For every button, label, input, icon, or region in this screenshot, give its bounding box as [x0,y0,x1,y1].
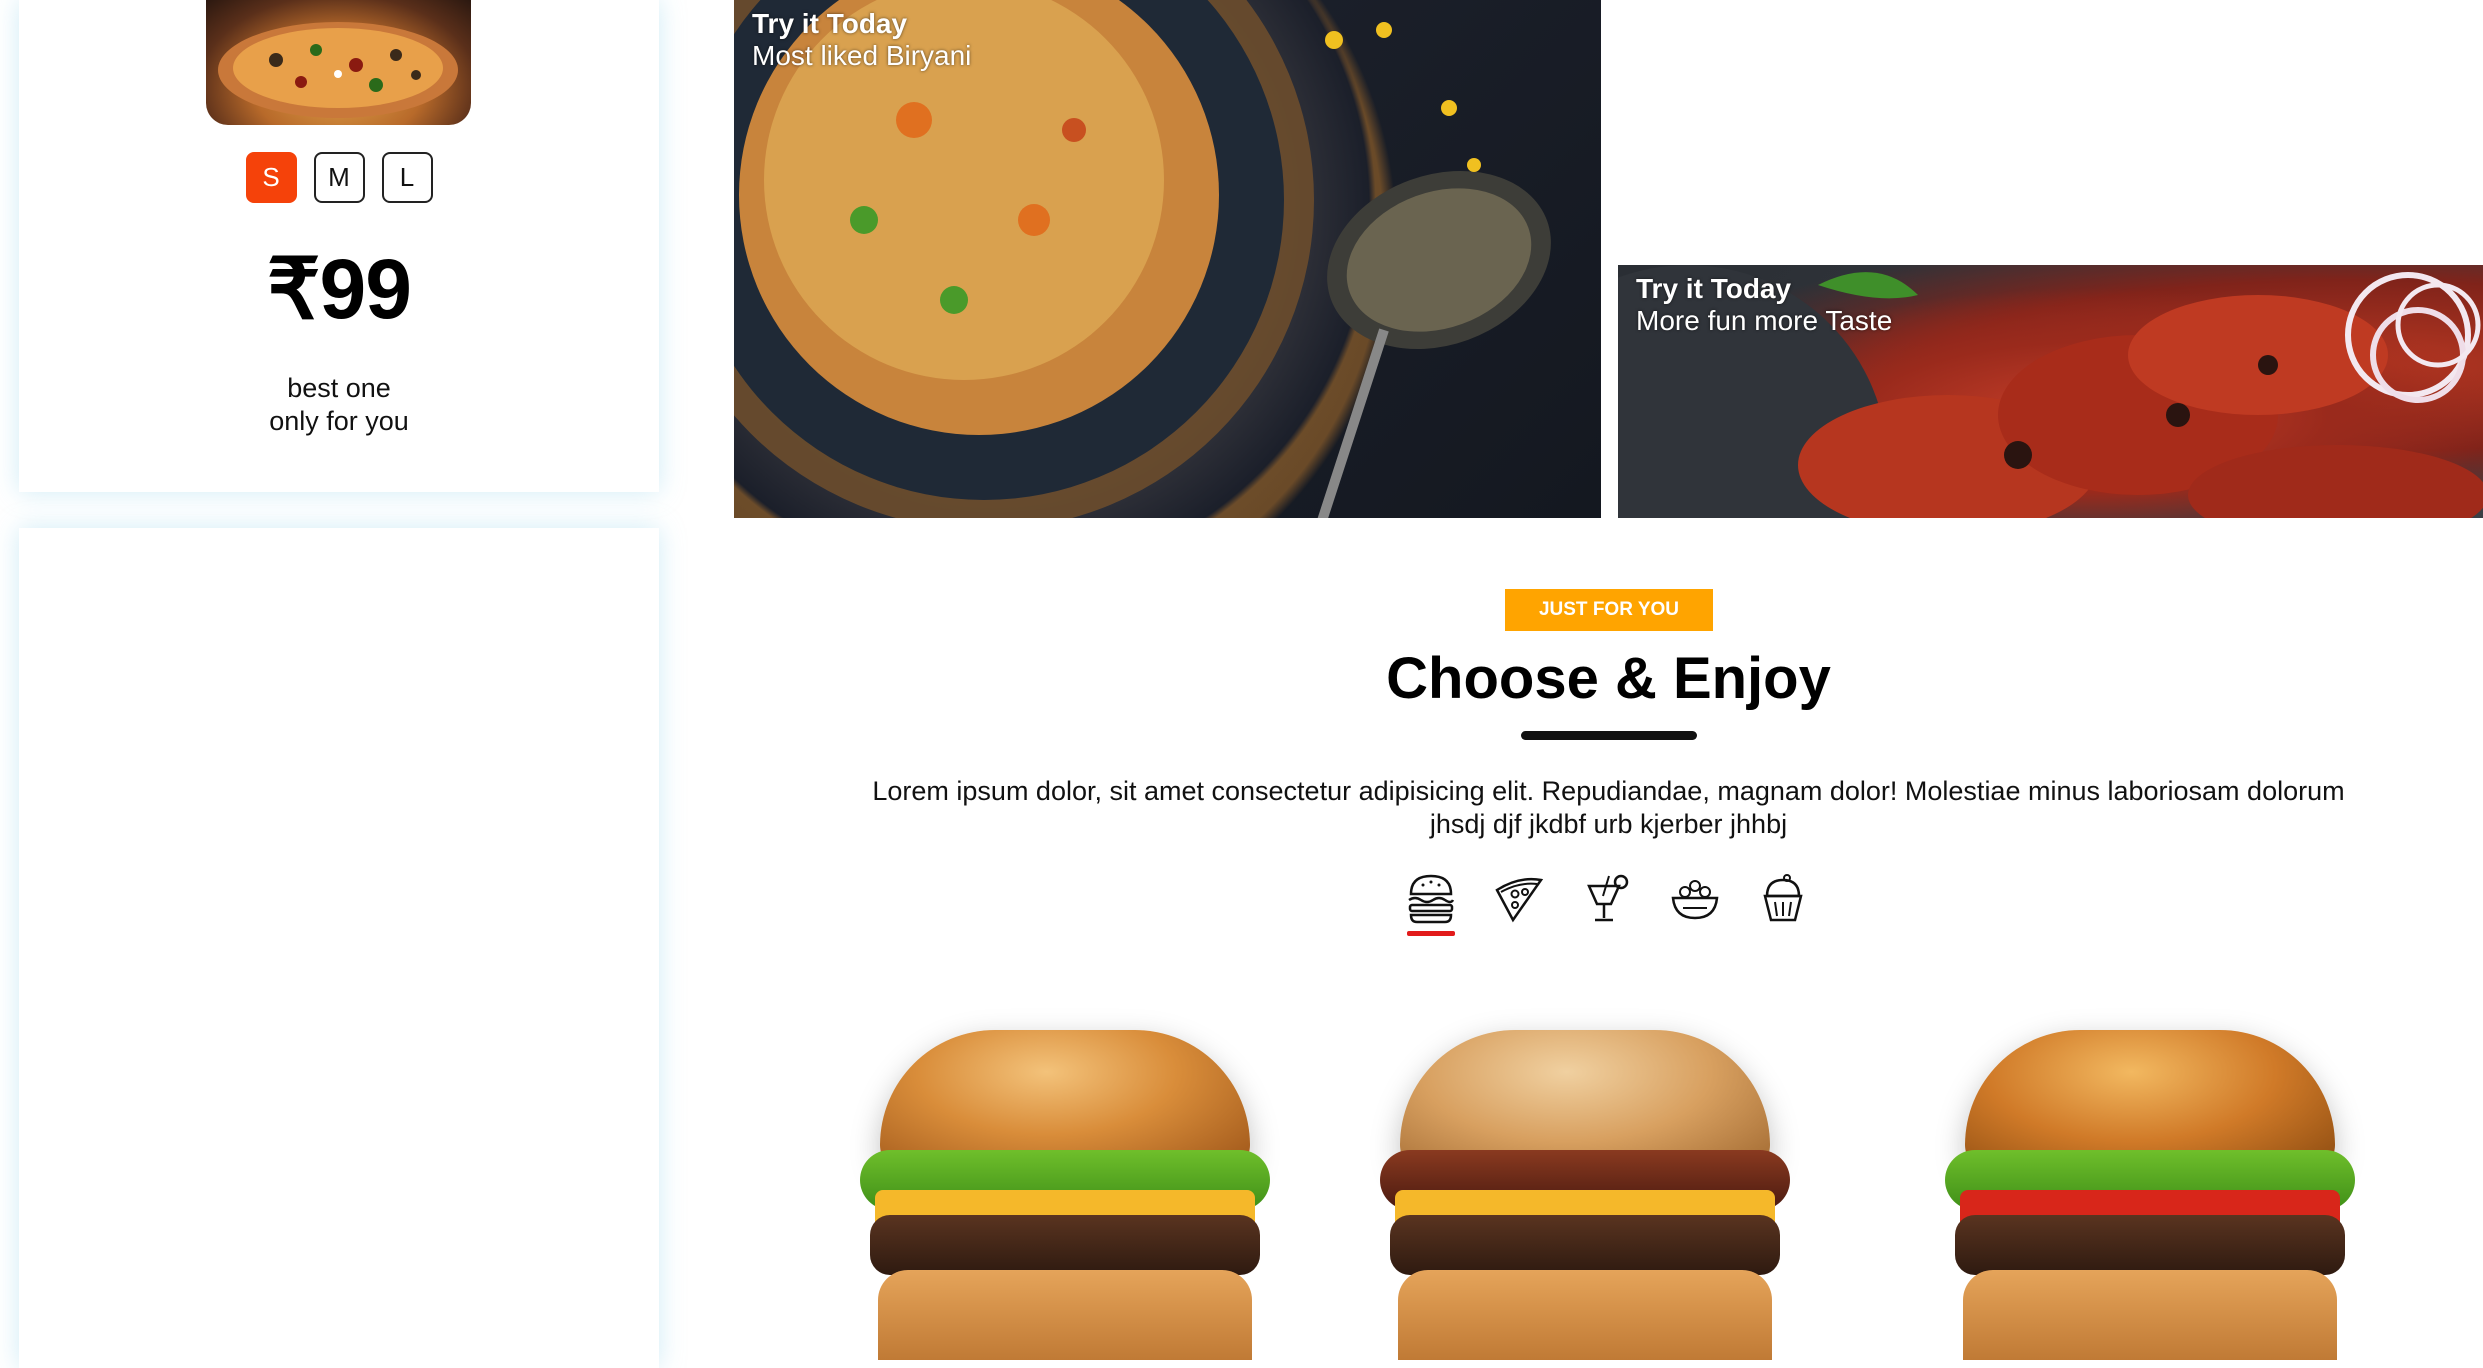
category-drink-tab[interactable] [1581,872,1633,932]
bun-bottom [1398,1270,1772,1360]
size-selector: S M L [19,152,659,203]
salad-bowl-icon [1671,880,1719,920]
burger-image-2[interactable] [1370,1030,1800,1360]
product-card-empty [19,528,659,1368]
product-description: best one only for you [19,372,659,438]
pizza-icon [1495,877,1544,923]
banner-subtitle: Most liked Biryani [752,40,972,71]
section-lead: Lorem ipsum dolor, sit amet consectetur … [734,775,2483,841]
description-line-2: only for you [269,406,409,436]
biryani-banner-text: Try it Today Most liked Biryani [752,8,971,72]
pizza-image [206,0,471,125]
burger-image-1[interactable] [850,1030,1280,1360]
category-tabs [1405,872,1809,936]
banner-subtitle: More fun more Taste [1636,305,1893,336]
ice-cream-icon [1763,874,1803,922]
banner-title: Try it Today [752,8,908,39]
category-dessert-tab[interactable] [1757,872,1809,932]
burger-icon [1408,874,1455,924]
product-card: S M L ₹99 best one only for you [19,0,659,492]
chicken-banner-text: Try it Today More fun more Taste [1636,273,1892,337]
bun-top [1400,1030,1770,1170]
patty [870,1215,1260,1275]
heading-underline [1521,731,1697,740]
lead-line-1: Lorem ipsum dolor, sit amet consectetur … [872,776,2345,806]
description-line-1: best one [287,373,391,403]
section-heading: Choose & Enjoy [1386,646,1831,711]
banner-title: Try it Today [1636,273,1792,304]
size-s-button[interactable]: S [245,152,297,203]
category-pizza-tab[interactable] [1493,872,1545,932]
drink-icon [1587,874,1629,922]
bun-top [880,1030,1250,1170]
bun-bottom [1963,1270,2337,1360]
bun-bottom [878,1270,1252,1360]
price: ₹99 [267,242,412,336]
size-l-button[interactable]: L [381,152,433,203]
category-salad-tab[interactable] [1669,872,1721,932]
patty [1390,1215,1780,1275]
chicken-banner[interactable]: Try it Today More fun more Taste [1618,265,2483,518]
lead-line-2: jhsdj djf jkdbf urb kjerber jhhbj [1429,809,1788,839]
burger-image-3[interactable] [1935,1030,2365,1360]
category-burger-tab[interactable] [1405,872,1457,936]
section-tag: JUST FOR YOU [1505,589,1713,631]
size-m-button[interactable]: M [313,152,365,203]
patty [1955,1215,2345,1275]
bun-top [1965,1030,2335,1170]
biryani-banner[interactable]: Try it Today Most liked Biryani [734,0,1601,518]
